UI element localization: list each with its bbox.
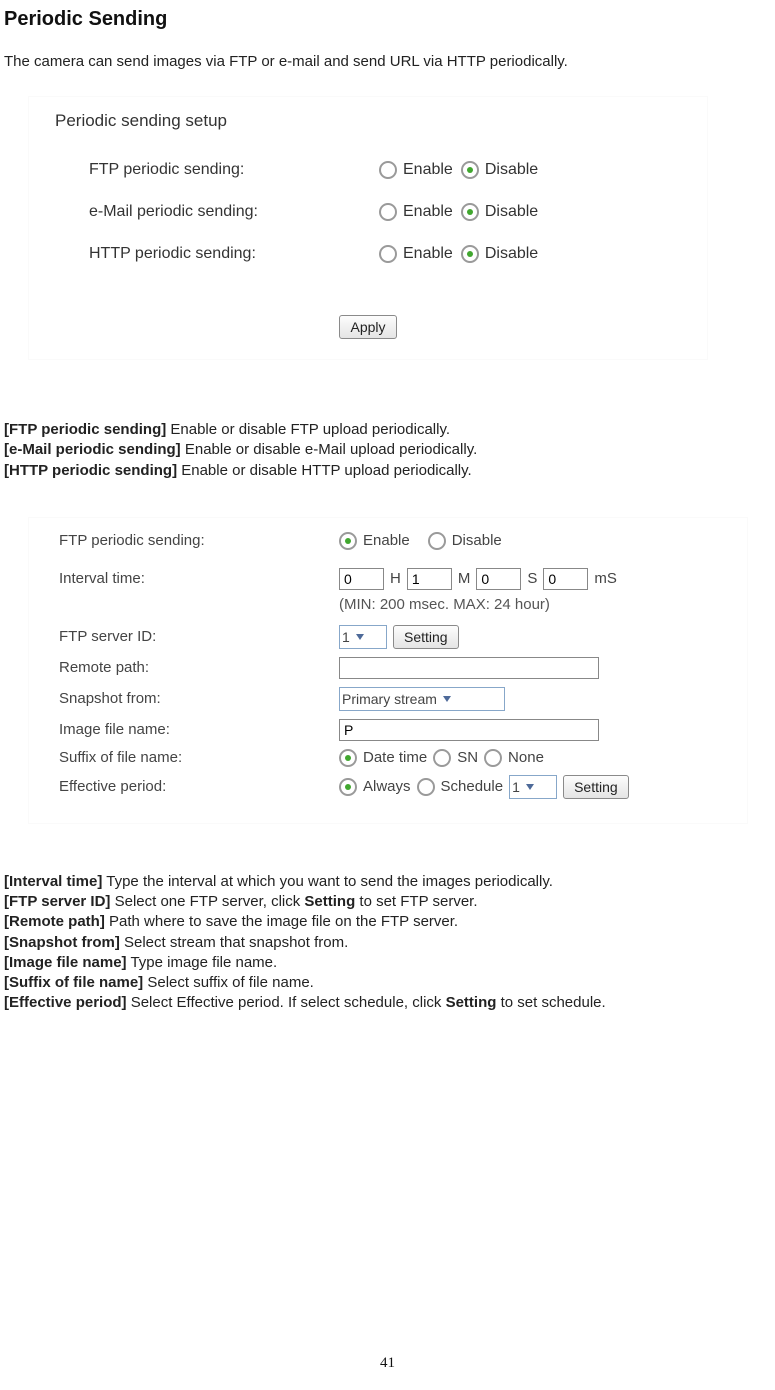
snapshot-select[interactable]: Primary stream [339,687,505,711]
email-label: e-Mail periodic sending: [89,203,379,221]
ftp-row: FTP periodic sending: Enable Disable [29,149,707,191]
d2-imgname-text: Type image file name. [127,954,278,971]
f2-disable-radio[interactable]: Disable [428,532,502,550]
email-enable-text: Enable [403,203,453,221]
effective-label: Effective period: [59,778,339,795]
d2-suffix-key: [Suffix of file name] [4,974,143,991]
chevron-down-icon [526,784,534,790]
suffix-label: Suffix of file name: [59,749,339,766]
suffix-datetime-text: Date time [363,749,427,766]
f2-disable-text: Disable [452,532,502,549]
suffix-sn-text: SN [457,749,478,766]
email-disable-text: Disable [485,203,538,221]
ftp-enable-text: Enable [403,161,453,179]
imgname-label: Image file name: [59,721,339,738]
ftp-disable-radio[interactable]: Disable [461,161,538,179]
schedule-select-value: 1 [512,779,520,795]
suffix-none-text: None [508,749,544,766]
http-disable-radio[interactable]: Disable [461,245,538,263]
ftp-enable-radio[interactable]: Enable [379,161,453,179]
seconds-unit: S [527,570,537,587]
d2-interval-text: Type the interval at which you want to s… [102,873,553,890]
d2-imgname-key: [Image file name] [4,954,127,971]
email-disable-radio[interactable]: Disable [461,203,538,221]
page-title: Periodic Sending [4,8,761,31]
server-label: FTP server ID: [59,628,339,645]
d2-interval-key: [Interval time] [4,873,102,890]
desc-block-2: [Interval time] Type the interval at whi… [4,872,761,1014]
desc-ftp-text: Enable or disable FTP upload periodicall… [166,421,450,438]
snapshot-select-value: Primary stream [342,691,437,707]
http-enable-radio[interactable]: Enable [379,245,453,263]
interval-label: Interval time: [59,570,339,587]
server-select-value: 1 [342,629,350,645]
seconds-input[interactable] [476,568,521,590]
ms-input[interactable] [543,568,588,590]
suffix-none-radio[interactable]: None [484,749,544,767]
minutes-input[interactable] [407,568,452,590]
d2-snapshot-text: Select stream that snapshot from. [120,934,348,951]
d2-effective-bold: Setting [446,994,497,1011]
interval-hint: (MIN: 200 msec. MAX: 24 hour) [339,594,747,621]
d2-remote-key: [Remote path] [4,913,105,930]
http-enable-text: Enable [403,245,453,263]
desc-http-key: [HTTP periodic sending] [4,462,177,479]
periodic-setup-figure: Periodic sending setup FTP periodic send… [28,96,708,360]
effective-always-text: Always [363,778,411,795]
d2-effective-pre: Select Effective period. If select sched… [127,994,446,1011]
apply-button[interactable]: Apply [339,315,396,339]
desc-ftp-key: [FTP periodic sending] [4,421,166,438]
f2-enable-radio[interactable]: Enable [339,532,410,550]
http-row: HTTP periodic sending: Enable Disable [29,233,707,275]
suffix-datetime-radio[interactable]: Date time [339,749,427,767]
d2-server-pre: Select one FTP server, click [110,893,304,910]
desc-email-text: Enable or disable e-Mail upload periodic… [181,441,478,458]
d2-snapshot-key: [Snapshot from] [4,934,120,951]
chevron-down-icon [356,634,364,640]
remote-path-input[interactable] [339,657,599,679]
d2-remote-text: Path where to save the image file on the… [105,913,458,930]
d2-server-post: to set FTP server. [355,893,477,910]
d2-server-key: [FTP server ID] [4,893,110,910]
schedule-setting-button[interactable]: Setting [563,775,629,799]
f2-ftp-label: FTP periodic sending: [59,532,339,549]
email-enable-radio[interactable]: Enable [379,203,453,221]
d2-server-bold: Setting [304,893,355,910]
email-row: e-Mail periodic sending: Enable Disable [29,191,707,233]
hours-unit: H [390,570,401,587]
http-label: HTTP periodic sending: [89,245,379,263]
suffix-sn-radio[interactable]: SN [433,749,478,767]
desc-http-text: Enable or disable HTTP upload periodical… [177,462,472,479]
minutes-unit: M [458,570,471,587]
intro-text: The camera can send images via FTP or e-… [4,53,761,70]
server-setting-button[interactable]: Setting [393,625,459,649]
snapshot-label: Snapshot from: [59,690,339,707]
ftp-disable-text: Disable [485,161,538,179]
desc-block-1: [FTP periodic sending] Enable or disable… [4,420,761,481]
f2-enable-text: Enable [363,532,410,549]
ftp-label: FTP periodic sending: [89,161,379,179]
http-disable-text: Disable [485,245,538,263]
d2-suffix-text: Select suffix of file name. [143,974,314,991]
ms-unit: mS [594,570,617,587]
remote-label: Remote path: [59,659,339,676]
hours-input[interactable] [339,568,384,590]
schedule-select[interactable]: 1 [509,775,557,799]
fig1-heading: Periodic sending setup [29,107,707,149]
d2-effective-key: [Effective period] [4,994,127,1011]
imgname-input[interactable] [339,719,599,741]
server-select[interactable]: 1 [339,625,387,649]
effective-always-radio[interactable]: Always [339,778,411,796]
desc-email-key: [e-Mail periodic sending] [4,441,181,458]
chevron-down-icon [443,696,451,702]
ftp-detail-figure: FTP periodic sending: Enable Disable Int… [28,517,748,824]
d2-effective-post: to set schedule. [496,994,605,1011]
page-number: 41 [0,1355,775,1372]
effective-schedule-text: Schedule [441,778,504,795]
effective-schedule-radio[interactable]: Schedule [417,778,504,796]
